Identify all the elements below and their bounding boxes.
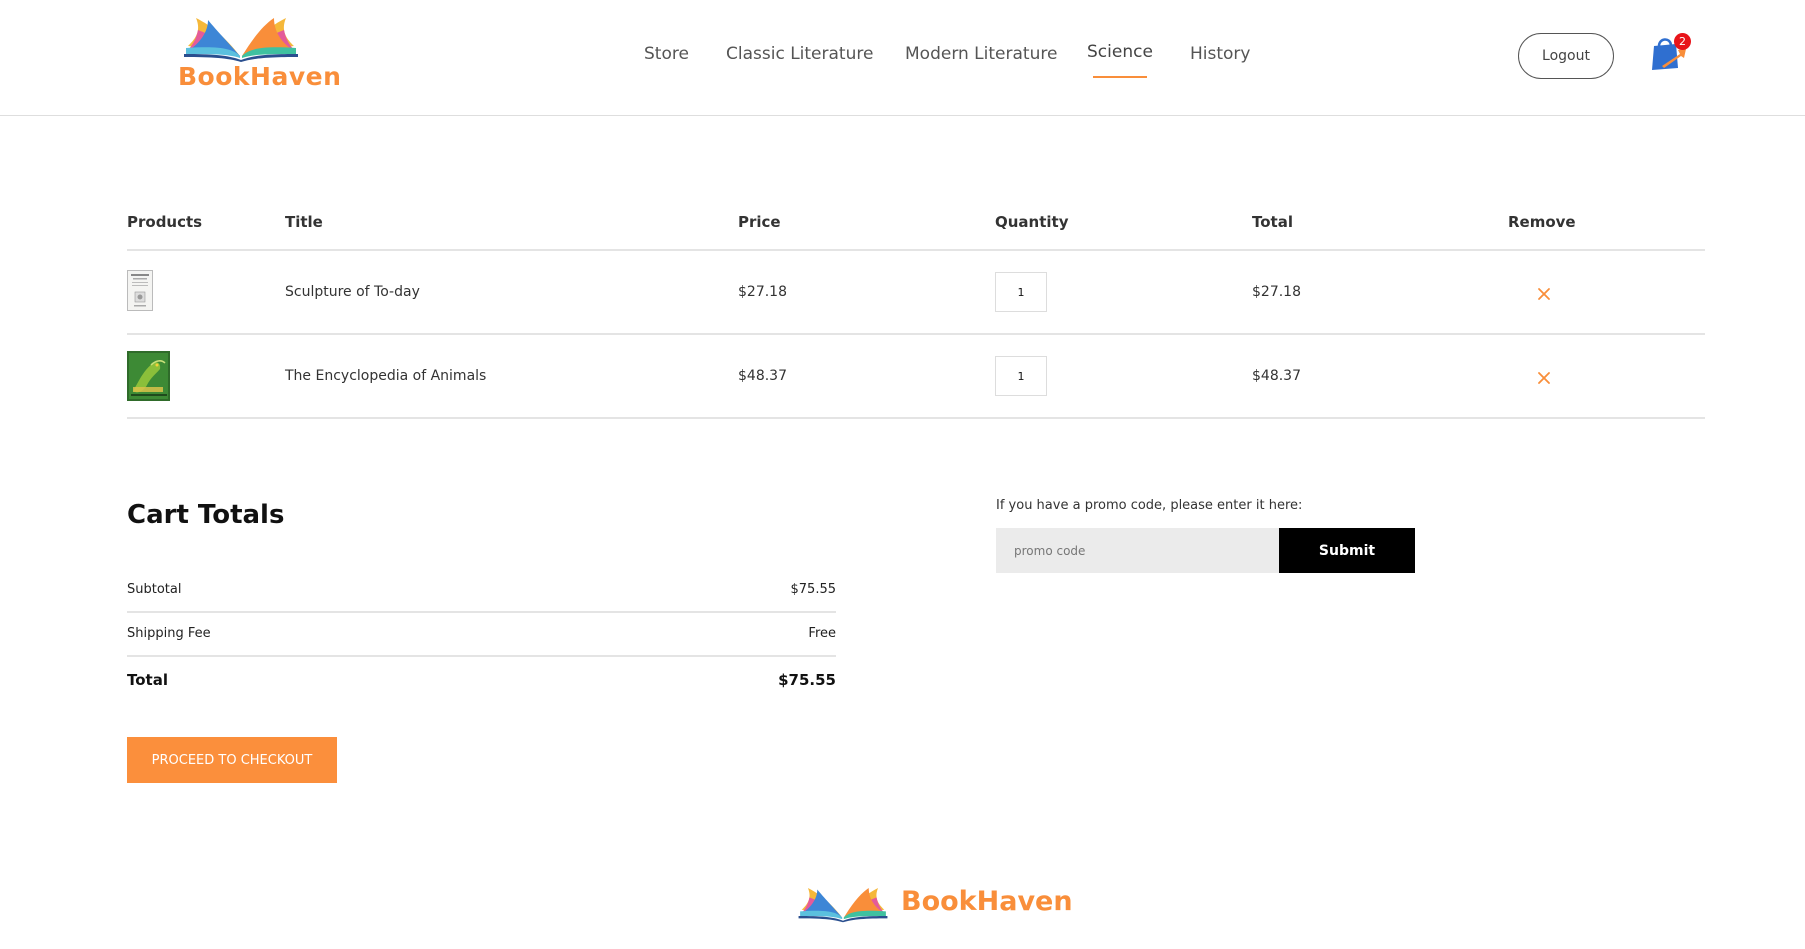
column-header-quantity: Quantity — [995, 213, 1069, 231]
nav-item-modern-literature[interactable]: Modern Literature — [905, 44, 1057, 64]
close-icon — [1538, 288, 1550, 300]
nav-item-classic-literature[interactable]: Classic Literature — [726, 44, 873, 64]
logout-button[interactable]: Logout — [1518, 33, 1614, 79]
open-book-icon — [184, 18, 298, 62]
proceed-to-checkout-button[interactable]: PROCEED TO CHECKOUT — [127, 737, 337, 783]
row-total: $48.37 — [1252, 368, 1301, 384]
total-value: $75.55 — [778, 671, 836, 689]
shipping-row: Shipping Fee Free — [127, 624, 836, 657]
nav-item-store[interactable]: Store — [644, 44, 689, 64]
footer-brand-logo[interactable]: BookHaven — [797, 880, 1073, 930]
row-total: $27.18 — [1252, 284, 1301, 300]
subtotal-value: $75.55 — [790, 582, 837, 597]
cart-count-badge: 2 — [1674, 33, 1691, 50]
book-cover-animals — [127, 351, 170, 401]
nav-item-science-label: Science — [1087, 42, 1153, 62]
promo-submit-button[interactable]: Submit — [1279, 528, 1415, 573]
quantity-input[interactable] — [995, 356, 1047, 396]
brand-logo[interactable]: BookHaven — [178, 10, 342, 92]
total-label: Total — [127, 671, 168, 689]
nav-item-history[interactable]: History — [1190, 44, 1250, 64]
close-icon — [1538, 372, 1550, 384]
promo-code-input[interactable] — [996, 528, 1279, 573]
row-price: $48.37 — [738, 368, 787, 384]
row-title: The Encyclopedia of Animals — [285, 368, 487, 384]
row-title: Sculpture of To-day — [285, 284, 420, 300]
remove-item-button[interactable] — [1537, 286, 1551, 300]
brand-name: BookHaven — [178, 62, 342, 91]
cart-row: Sculpture of To-day $27.18 $27.18 — [127, 251, 1705, 335]
footer-brand-name: BookHaven — [901, 886, 1073, 917]
column-header-remove: Remove — [1508, 213, 1576, 231]
shipping-value: Free — [808, 626, 836, 641]
row-price: $27.18 — [738, 284, 787, 300]
open-book-icon — [798, 887, 888, 923]
quantity-input[interactable] — [995, 272, 1047, 312]
remove-item-button[interactable] — [1537, 370, 1551, 384]
book-cover-sculpture — [127, 270, 153, 311]
subtotal-label: Subtotal — [127, 582, 182, 597]
nav-item-science[interactable]: Science — [1087, 42, 1153, 78]
cart-button[interactable]: 2 — [1648, 32, 1691, 72]
subtotal-row: Subtotal $75.55 — [127, 580, 836, 613]
product-thumbnail[interactable] — [127, 270, 153, 315]
column-header-title: Title — [285, 213, 323, 231]
cart-totals-title: Cart Totals — [127, 500, 285, 530]
active-nav-underline — [1093, 76, 1147, 78]
total-row: Total $75.55 — [127, 671, 836, 701]
site-header: BookHaven Store Classic Literature Moder… — [0, 0, 1805, 116]
column-header-total: Total — [1252, 213, 1293, 231]
column-header-price: Price — [738, 213, 781, 231]
column-header-products: Products — [127, 213, 203, 231]
promo-code-label: If you have a promo code, please enter i… — [996, 498, 1303, 513]
cart-row: The Encyclopedia of Animals $48.37 $48.3… — [127, 335, 1705, 419]
shipping-label: Shipping Fee — [127, 626, 211, 641]
product-thumbnail[interactable] — [127, 351, 170, 405]
